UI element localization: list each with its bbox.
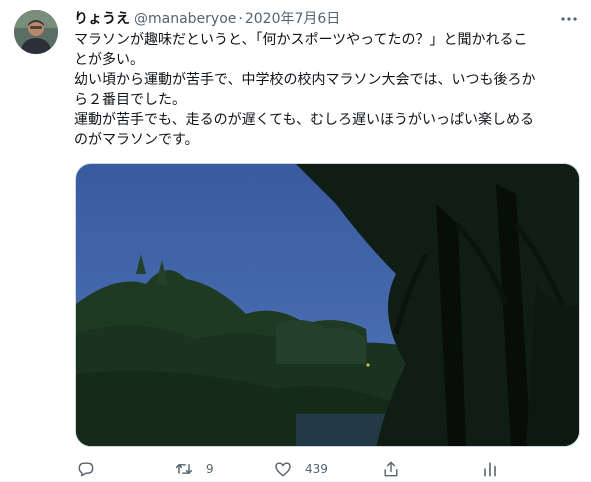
retweet-icon <box>175 464 193 474</box>
photo-dusk-trees <box>76 164 579 446</box>
avatar[interactable] <box>14 10 58 54</box>
author-handle[interactable]: @manaberyoe <box>134 11 236 27</box>
tweet-text-line: のがマラソンです。 <box>74 132 199 148</box>
tweet-text-line: とが多い。 <box>74 52 144 68</box>
avatar-photo <box>14 10 58 54</box>
separator-dot: · <box>238 11 243 27</box>
share-icon <box>384 461 398 477</box>
tweet-photo[interactable] <box>75 163 580 447</box>
reply-icon <box>78 462 94 477</box>
tweet-text: マラソンが趣味だというと、「何かスポーツやってたの？」と聞かれるこ とが多い。 … <box>74 30 579 150</box>
more-options-icon[interactable] <box>557 9 581 29</box>
tweet-date[interactable]: 2020年7月6日 <box>245 11 340 27</box>
tweet-text-line: ら２番目でした。 <box>74 92 186 108</box>
analytics-button[interactable] <box>480 456 500 482</box>
author-name[interactable]: りょうえ <box>74 11 130 27</box>
analytics-icon <box>484 462 496 477</box>
share-button[interactable] <box>381 456 401 482</box>
like-count: 439 <box>305 462 328 476</box>
retweet-count: 9 <box>206 462 214 476</box>
like-button[interactable]: 439 <box>273 456 328 482</box>
tweet-header: りょうえ @manaberyoe · 2020年7月6日 <box>74 9 574 29</box>
tweet-text-line: 幼い頃から運動が苦手で、中学校の校内マラソン大会では、いつも後ろか <box>74 72 536 88</box>
tweet-text-line: 運動が苦手でも、走るのが遅くても、むしろ遅いほうがいっぱい楽しめる <box>74 112 535 128</box>
retweet-button[interactable]: 9 <box>174 456 214 482</box>
tweet-text-line: マラソンが趣味だというと、「何かスポーツやってたの？」と聞かれるこ <box>74 32 528 48</box>
tweet-actions: 9 439 <box>66 456 586 482</box>
reply-button[interactable] <box>76 456 96 482</box>
tweet[interactable]: りょうえ @manaberyoe · 2020年7月6日 マラソンが趣味だというと、「… <box>0 0 591 482</box>
like-icon <box>275 462 291 477</box>
